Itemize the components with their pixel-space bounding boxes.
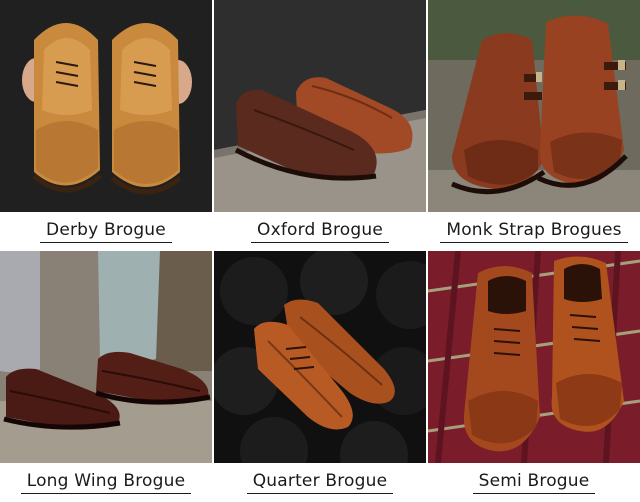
label-derby-brogue: Derby Brogue [40, 220, 172, 243]
label-monk-strap-brogues: Monk Strap Brogues [440, 220, 628, 243]
tile-monk-strap-brogues: Monk Strap Brogues [428, 0, 640, 251]
semi-brogue-photo [428, 251, 640, 463]
label-semi-brogue: Semi Brogue [472, 471, 596, 494]
shoe-style-grid: Derby Brogue Oxford Brogue Monk Strap Br… [0, 0, 640, 502]
tile-long-wing-brogue: Long Wing Brogue [0, 251, 212, 502]
tile-quarter-brogue: Quarter Brogue [214, 251, 426, 502]
caption-oxford-brogue: Oxford Brogue [214, 212, 426, 251]
caption-semi-brogue: Semi Brogue [428, 463, 640, 502]
caption-long-wing-brogue: Long Wing Brogue [0, 463, 212, 502]
tile-derby-brogue: Derby Brogue [0, 0, 212, 251]
caption-monk-strap-brogues: Monk Strap Brogues [428, 212, 640, 251]
caption-derby-brogue: Derby Brogue [0, 212, 212, 251]
tile-semi-brogue: Semi Brogue [428, 251, 640, 502]
quarter-brogue-photo [214, 251, 426, 463]
label-oxford-brogue: Oxford Brogue [250, 220, 390, 243]
derby-brogue-photo [0, 0, 212, 212]
label-long-wing-brogue: Long Wing Brogue [20, 471, 192, 494]
label-quarter-brogue: Quarter Brogue [246, 471, 394, 494]
caption-quarter-brogue: Quarter Brogue [214, 463, 426, 502]
oxford-brogue-photo [214, 0, 426, 212]
long-wing-brogue-photo [0, 251, 212, 463]
tile-oxford-brogue: Oxford Brogue [214, 0, 426, 251]
monk-strap-brogues-photo [428, 0, 640, 212]
